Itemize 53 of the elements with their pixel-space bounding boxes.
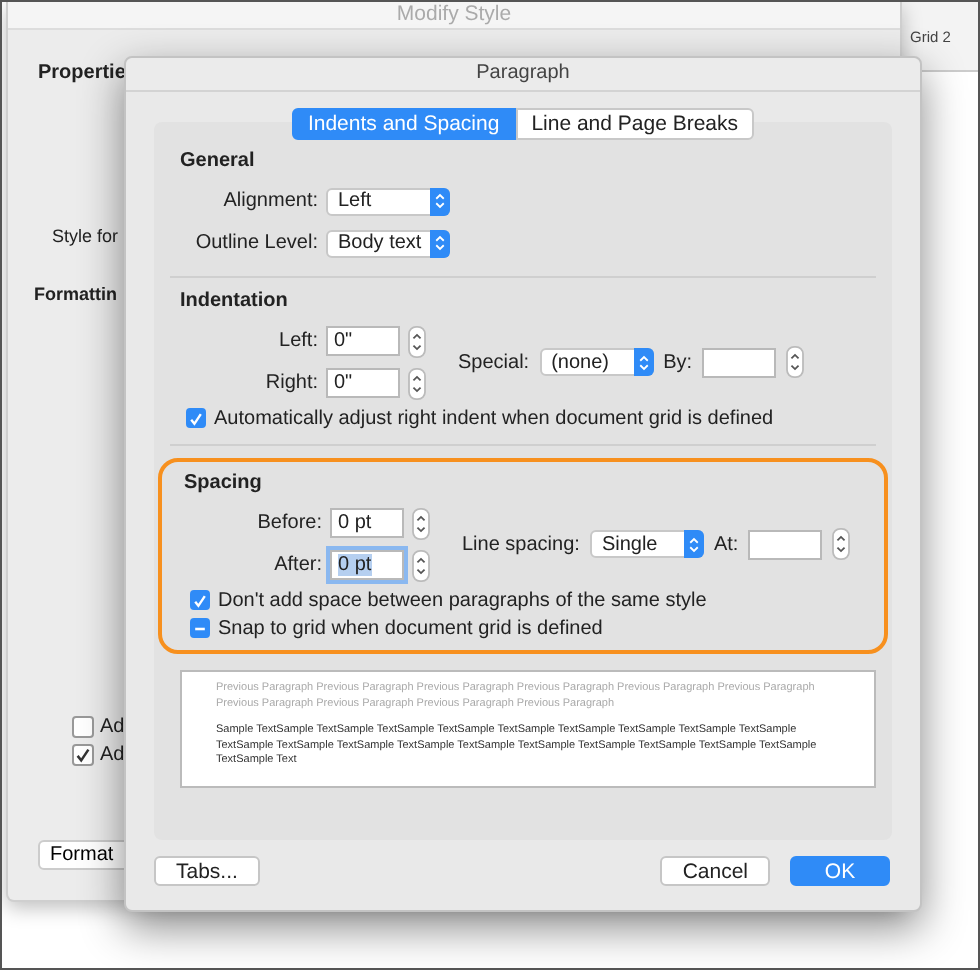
input-field[interactable] xyxy=(702,347,777,377)
chevrons-icon xyxy=(434,234,446,252)
line-spacing-dropdown[interactable]: Single xyxy=(589,530,704,558)
checkbox[interactable] xyxy=(72,716,94,738)
field-label: After: xyxy=(272,554,322,576)
input-field[interactable]: 0 pt xyxy=(330,550,404,580)
alignment-dropdown[interactable]: Left xyxy=(326,187,450,215)
input-field[interactable] xyxy=(748,529,823,559)
tab[interactable]: Line and Page Breaks xyxy=(515,108,755,140)
tabs-button[interactable]: Tabs... xyxy=(154,856,260,886)
field-label: Outline Level: xyxy=(193,232,318,254)
field-label: Left: xyxy=(277,330,318,352)
chevrons-icon xyxy=(687,535,700,553)
checkmark-icon xyxy=(192,591,208,609)
checkbox[interactable] xyxy=(186,408,206,428)
checkbox-label: Snap to grid when document grid is defined xyxy=(218,617,603,639)
field-label: Line spacing: xyxy=(462,533,580,555)
stepper-icon[interactable] xyxy=(412,549,430,581)
checkmark-icon xyxy=(74,746,92,764)
dialog-title: Paragraph xyxy=(126,58,920,92)
cancel-button[interactable]: Cancel xyxy=(660,856,770,886)
window-title: Modify Style xyxy=(8,2,900,30)
chevrons-icon xyxy=(434,192,446,210)
checkbox-label: Ad xyxy=(100,744,125,766)
input-field[interactable]: 0 pt xyxy=(330,508,404,538)
field-label: At: xyxy=(713,533,739,555)
checkbox[interactable] xyxy=(190,590,210,610)
section-heading: Formattin xyxy=(34,284,117,304)
field-label: Right: xyxy=(263,372,318,394)
input-field[interactable]: 0" xyxy=(326,368,400,398)
field-label: Before: xyxy=(255,512,322,534)
checkbox-label: Automatically adjust right indent when document grid is defined xyxy=(214,407,774,429)
stepper-icon[interactable] xyxy=(412,507,430,539)
section-heading: Spacing xyxy=(184,472,264,494)
stepper-icon[interactable] xyxy=(408,367,426,399)
chevrons-icon xyxy=(637,353,650,371)
special-dropdown[interactable]: (none) xyxy=(539,348,654,376)
field-label: Special: xyxy=(458,351,530,373)
stepper-icon[interactable] xyxy=(832,528,851,560)
stepper-icon[interactable] xyxy=(786,346,805,378)
section-heading: General xyxy=(180,150,257,172)
checkbox[interactable] xyxy=(72,744,94,766)
section-heading: Propertie xyxy=(38,62,126,84)
field-label: By: xyxy=(663,351,693,373)
checkbox-label: Don't add space between paragraphs of the same style xyxy=(218,589,707,611)
checkmark-icon xyxy=(188,409,204,427)
field-label: Alignment: xyxy=(221,190,318,212)
input-field[interactable]: 0" xyxy=(326,326,400,356)
field-label: Style for xyxy=(52,226,119,246)
outline-level-dropdown[interactable]: Body text xyxy=(326,229,450,257)
checkbox-label: Ad xyxy=(100,716,125,738)
stepper-icon[interactable] xyxy=(408,325,426,357)
section-heading: Indentation xyxy=(180,290,290,312)
